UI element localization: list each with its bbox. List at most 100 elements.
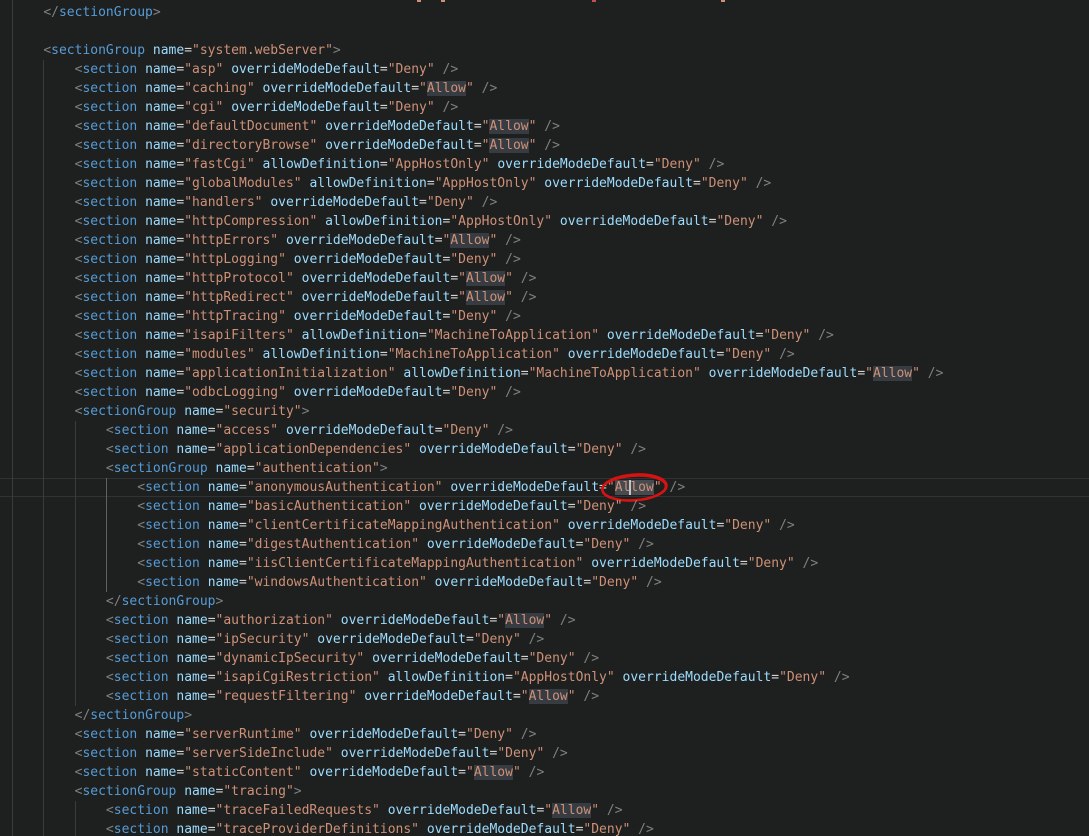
code-token: overrideModeDefault (568, 347, 717, 362)
code-line[interactable]: <section name="globalModules" allowDefin… (0, 174, 1089, 193)
code-line[interactable]: <section name="traceProviderDefinitions"… (0, 820, 1089, 836)
indent-guide (43, 288, 44, 307)
code-line[interactable]: <section name="dynamicIpSecurity" overri… (0, 649, 1089, 668)
code-line-current[interactable]: <section name="anonymousAuthentication" … (0, 478, 1089, 497)
code-line[interactable]: <section name="access" overrideModeDefau… (0, 421, 1089, 440)
code-line[interactable]: <section name="modules" allowDefinition=… (0, 345, 1089, 364)
code-token: > (294, 784, 302, 799)
code-line[interactable]: <sectionGroup name="system.webServer"> (0, 41, 1089, 60)
code-line[interactable]: </sectionGroup> (0, 592, 1089, 611)
code-line[interactable]: <section name="staticContent" overrideMo… (0, 763, 1089, 782)
code-token: "AppHostOnly" (435, 176, 537, 191)
code-token (12, 423, 106, 438)
code-token: < (106, 613, 114, 628)
code-token: = (450, 290, 458, 305)
code-line[interactable]: <section name="httpErrors" overrideModeD… (0, 231, 1089, 250)
code-token: "httpTracing" (184, 309, 286, 324)
code-token: "directoryBrowse" (184, 138, 317, 153)
code-line[interactable]: <section name="windowsAuthentication" ov… (0, 573, 1089, 592)
code-token: < (137, 518, 145, 533)
code-line[interactable]: <section name="ipSecurity" overrideModeD… (0, 630, 1089, 649)
indent-guide (75, 630, 76, 649)
code-token: = (208, 632, 216, 647)
code-line[interactable]: <section name="traceFailedRequests" over… (0, 801, 1089, 820)
indent-guide (43, 687, 44, 706)
code-token: name (208, 480, 239, 495)
code-line[interactable]: </sectionGroup> (0, 3, 1089, 22)
code-token: < (106, 442, 114, 457)
code-line[interactable]: <section name="authorization" overrideMo… (0, 611, 1089, 630)
code-token: = (419, 328, 427, 343)
code-token: name (216, 461, 247, 476)
code-token: name (208, 537, 239, 552)
code-line[interactable]: <section name="cgi" overrideModeDefault=… (0, 98, 1089, 117)
code-token: "access" (216, 423, 279, 438)
code-token: name (208, 518, 239, 533)
code-line[interactable]: <section name="httpProtocol" overrideMod… (0, 269, 1089, 288)
search-match: Allow (529, 689, 568, 704)
code-line[interactable]: <section name="httpTracing" overrideMode… (0, 307, 1089, 326)
code-token (12, 632, 106, 647)
code-token (137, 727, 145, 742)
code-line[interactable]: <section name="isapiCgiRestriction" allo… (0, 668, 1089, 687)
code-line[interactable]: <section name="basicAuthentication" over… (0, 497, 1089, 516)
code-token (255, 347, 263, 362)
code-line[interactable]: <section name="handlers" overrideModeDef… (0, 193, 1089, 212)
code-token (137, 195, 145, 210)
code-line[interactable]: <section name="fastCgi" allowDefinition=… (0, 155, 1089, 174)
code-line[interactable]: <section name="applicationInitialization… (0, 364, 1089, 383)
code-line[interactable]: <section name="requestFiltering" overrid… (0, 687, 1089, 706)
code-token: section (82, 347, 137, 362)
code-line[interactable]: <section name="httpCompression" allowDef… (0, 212, 1089, 231)
code-token: name (145, 385, 176, 400)
text-cursor (629, 480, 631, 495)
code-line[interactable]: <section name="odbcLogging" overrideMode… (0, 383, 1089, 402)
code-line[interactable]: <section name="httpRedirect" overrideMod… (0, 288, 1089, 307)
code-line[interactable]: <section name="httpLogging" overrideMode… (0, 250, 1089, 269)
indent-guide (75, 820, 76, 836)
code-line[interactable]: <sectionGroup name="authentication"> (0, 459, 1089, 478)
indent-guide (12, 212, 13, 231)
code-token (223, 100, 231, 115)
code-line[interactable]: </sectionGroup> (0, 706, 1089, 725)
code-token: name (176, 803, 207, 818)
code-line[interactable]: <section name="caching" overrideModeDefa… (0, 79, 1089, 98)
code-token: = (380, 347, 388, 362)
code-line[interactable]: <sectionGroup name="tracing"> (0, 782, 1089, 801)
code-line[interactable]: <sectionGroup name="security"> (0, 402, 1089, 421)
code-token: name (208, 575, 239, 590)
search-match: Allow (489, 119, 528, 134)
code-token: overrideModeDefault (560, 214, 709, 229)
code-line[interactable]: <section name="defaultDocument" override… (0, 117, 1089, 136)
code-token: section (82, 195, 137, 210)
code-area[interactable]: </sectionGroup> <sectionGroup name="syst… (0, 0, 1089, 836)
indent-guide (43, 820, 44, 836)
code-token (208, 461, 216, 476)
code-editor[interactable]: </sectionGroup> <sectionGroup name="syst… (0, 0, 1089, 836)
code-line[interactable]: <section name="serverSideInclude" overri… (0, 744, 1089, 763)
code-token: section (82, 765, 137, 780)
code-line[interactable]: <section name="applicationDependencies" … (0, 440, 1089, 459)
code-line[interactable]: <section name="isapiFilters" allowDefini… (0, 326, 1089, 345)
indent-guide (43, 402, 44, 421)
code-token: /> (435, 62, 458, 77)
code-line[interactable]: <section name="serverRuntime" overrideMo… (0, 725, 1089, 744)
code-token (137, 271, 145, 286)
code-token: sectionGroup (51, 43, 145, 58)
code-token: "iisClientCertificateMappingAuthenticati… (247, 556, 584, 571)
code-line[interactable]: <section name="iisClientCertificateMappi… (0, 554, 1089, 573)
code-line[interactable] (0, 22, 1089, 41)
code-token: " (521, 689, 529, 704)
code-token (286, 252, 294, 267)
code-token: /> (474, 195, 497, 210)
code-token: section (114, 689, 169, 704)
code-line[interactable]: <section name="directoryBrowse" override… (0, 136, 1089, 155)
code-token: overrideModeDefault (294, 385, 443, 400)
search-match: Allow (466, 271, 505, 286)
code-token: name (145, 157, 176, 172)
code-token: overrideModeDefault (294, 309, 443, 324)
code-line[interactable]: <section name="asp" overrideModeDefault=… (0, 60, 1089, 79)
code-token: overrideModeDefault (450, 480, 599, 495)
code-line[interactable]: <section name="clientCertificateMappingA… (0, 516, 1089, 535)
code-line[interactable]: <section name="digestAuthentication" ove… (0, 535, 1089, 554)
